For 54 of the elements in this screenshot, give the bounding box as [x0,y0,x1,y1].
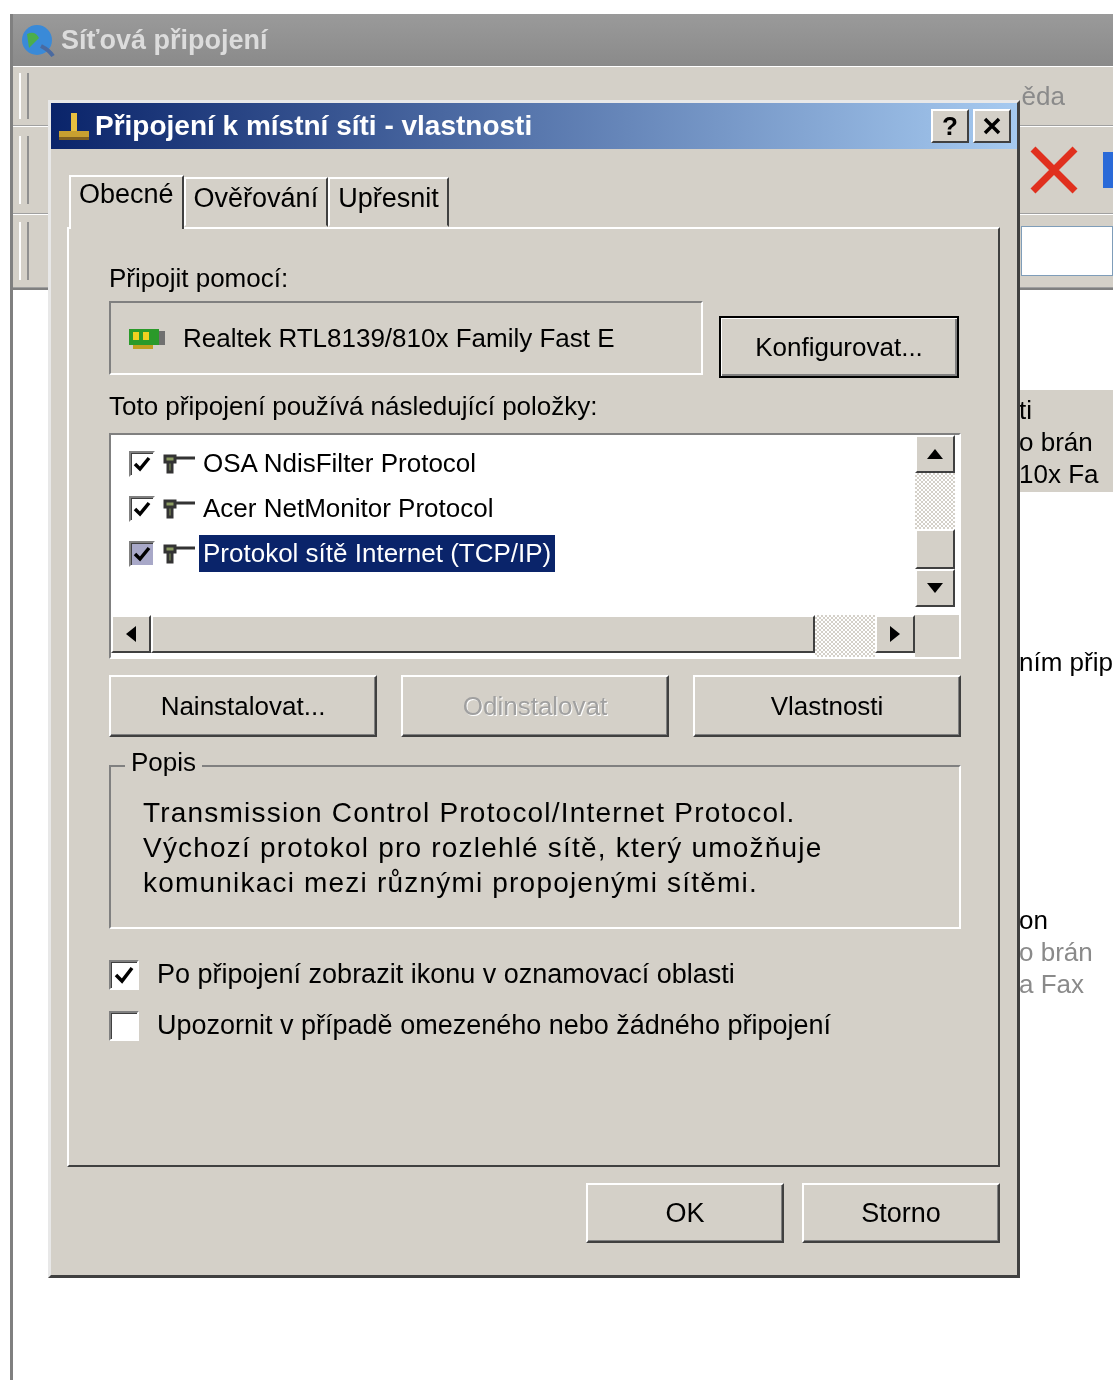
item-text: 10x Fa [1019,458,1100,490]
check-icon [114,964,134,985]
checkbox-label[interactable]: Po připojení zobrazit ikonu v oznamovací oblasti [157,959,735,990]
dialog-button[interactable]: Storno [802,1183,1000,1243]
toolbar-grip[interactable] [19,135,29,205]
adapter-name: Realtek RTL8139/810x Family Fast E [183,322,615,354]
action-button[interactable]: Vlastnosti [693,675,961,737]
help-button[interactable]: ? [931,109,969,143]
close-icon [983,117,1001,135]
close-button[interactable] [973,109,1011,143]
dialog-button[interactable]: OK [586,1183,784,1243]
configure-button[interactable]: Konfigurovat... [719,316,959,378]
tab[interactable]: Ověřování [183,177,329,227]
scroll-right-button[interactable] [875,615,915,653]
check-icon [133,499,151,518]
tab[interactable]: Upřesnit [328,177,449,227]
toolbar-grip[interactable] [19,72,29,120]
address-field[interactable] [1021,226,1113,276]
globe-icon [19,22,55,58]
list-item[interactable]: Protokol sítě Internet (TCP/IP) [199,535,556,572]
checkbox[interactable] [109,1010,139,1041]
right-arrow-icon [890,626,900,642]
scrollbar-corner [915,615,959,657]
horizontal-scrollbar[interactable] [111,615,959,657]
scroll-thumb[interactable] [915,529,955,569]
description-text: Transmission Control Protocol/Internet Protocol. Výchozí protokol pro rozlehlé sítě, který umožňuje komunikaci mezi různými propojenými sítěmi. [143,796,824,900]
toolbar-grip[interactable] [19,222,29,280]
scroll-down-button[interactable] [915,569,955,607]
scroll-left-button[interactable] [111,615,151,653]
up-arrow-icon [927,449,943,459]
tab[interactable]: Obecné [69,175,184,229]
item-text: o brán [1019,936,1094,968]
checkbox[interactable] [109,959,139,990]
section-label: Připojit pomocí: [109,263,290,295]
checkbox[interactable] [129,540,155,567]
item-text: o brán [1019,426,1094,458]
window-title: Připojení k místní síti - vlastnosti [95,110,533,142]
check-icon [133,544,151,563]
left-arrow-icon [126,626,136,642]
action-button[interactable]: Nainstalovat... [109,675,377,737]
down-arrow-icon [927,583,943,593]
check-icon [133,454,151,473]
scroll-up-button[interactable] [915,435,955,473]
window-title: Síťová připojení [61,24,268,56]
scroll-thumb[interactable] [151,615,815,653]
item-text: ti [1019,394,1033,426]
list-item[interactable]: Acer NetMonitor Protocol [199,490,498,527]
section-label: Toto připojení používá následující položky: [109,391,599,423]
scroll-track[interactable] [815,615,875,657]
item-text: on [1019,904,1049,936]
item-text: ním přip [1019,646,1113,678]
checkbox-label[interactable]: Upozornit v případě omezeného nebo žádného připojení [157,1010,831,1041]
list-item[interactable]: OSA NdisFilter Protocol [199,445,481,482]
item-text: a Fax [1019,968,1086,1000]
